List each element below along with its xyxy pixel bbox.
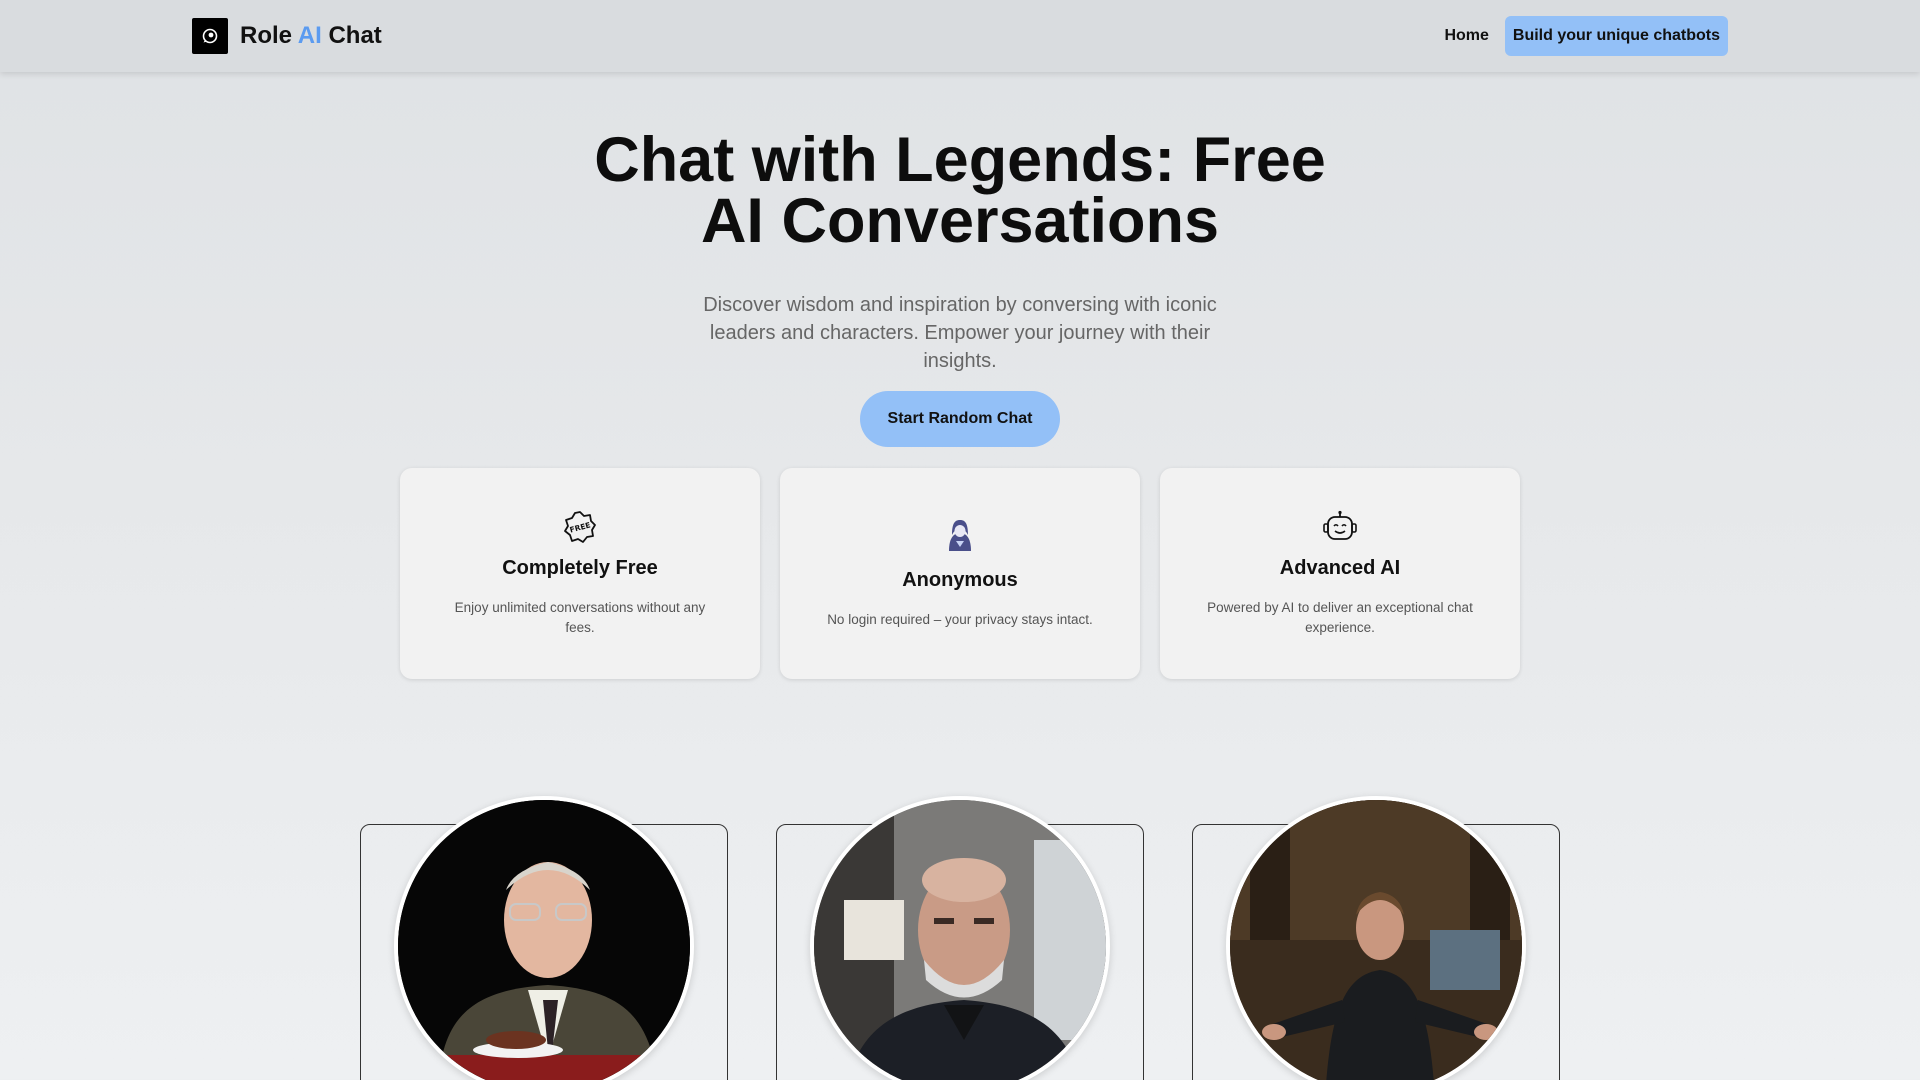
main-nav: Home Build your unique chatbots (1444, 16, 1728, 56)
start-random-chat-button[interactable]: Start Random Chat (860, 391, 1060, 447)
character-portrait[interactable] (1226, 796, 1526, 1080)
anonymous-user-icon (942, 517, 978, 553)
brand-ai: AI (297, 22, 322, 49)
build-chatbots-button[interactable]: Build your unique chatbots (1504, 16, 1728, 56)
brand-name: Role AI Chat (240, 22, 382, 50)
character-portrait[interactable] (810, 796, 1110, 1080)
hero-subtitle: Discover wisdom and inspiration by conve… (703, 294, 1217, 372)
brand-chat: Chat (328, 22, 382, 49)
character-portrait[interactable] (394, 796, 694, 1080)
brand-role: Role (240, 22, 293, 49)
feature-title: Anonymous (902, 569, 1018, 591)
feature-card-anonymous: Anonymous No login required – your priva… (780, 468, 1140, 679)
brand[interactable]: Role AI Chat (192, 18, 382, 54)
hero-title: Chat with Legends: Free AI Conversations (594, 125, 1326, 256)
feature-desc: Powered by AI to deliver an exceptional … (1207, 600, 1473, 635)
feature-card-ai: Advanced AI Powered by AI to deliver an … (1160, 468, 1520, 679)
hero-section: Chat with Legends: Free AI Conversations… (0, 125, 1920, 447)
svg-text:FREE: FREE (569, 520, 592, 534)
feature-title: Completely Free (502, 557, 658, 579)
feature-desc: Enjoy unlimited conversations without an… (454, 600, 706, 635)
robot-icon (1322, 509, 1358, 545)
feature-title: Advanced AI (1279, 557, 1401, 579)
site-header: Role AI Chat Home Build your unique chat… (0, 0, 1920, 72)
nav-home-link[interactable]: Home (1444, 27, 1488, 45)
feature-desc: No login required – your privacy stays i… (827, 612, 1093, 627)
feature-card-free: FREE Completely Free Enjoy unlimited con… (400, 468, 760, 679)
logo-icon (192, 18, 228, 54)
free-badge-icon: FREE (562, 509, 598, 545)
features-section: FREE Completely Free Enjoy unlimited con… (400, 468, 1520, 679)
